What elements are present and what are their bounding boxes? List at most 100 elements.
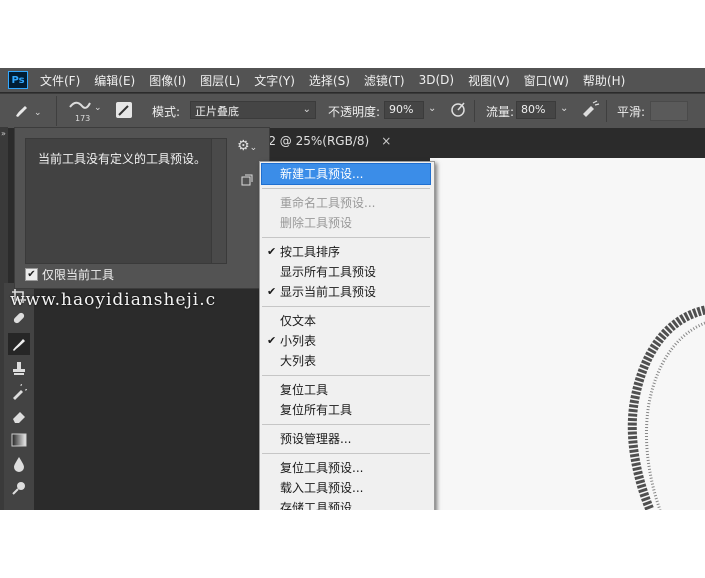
- tools-panel: [4, 283, 34, 510]
- current-tool-only-checkbox[interactable]: ✔: [25, 268, 38, 281]
- chevron-down-icon: ⌄: [302, 104, 311, 115]
- menu-item-text-only[interactable]: 仅文本: [262, 311, 430, 331]
- gradient-icon: [11, 433, 27, 447]
- photoshop-logo: Ps: [8, 71, 28, 89]
- menu-item-delete-tool-preset[interactable]: 删除工具预设: [262, 213, 430, 233]
- preset-list[interactable]: 当前工具没有定义的工具预设。: [25, 138, 213, 264]
- history-brush-tool[interactable]: [8, 381, 30, 403]
- menu-item-label: 新建工具预设...: [280, 167, 364, 181]
- brush-panel-toggle[interactable]: [116, 102, 132, 118]
- drop-icon: [14, 457, 24, 472]
- menu-select[interactable]: 选择(S): [309, 72, 350, 89]
- new-preset-glyph: [241, 174, 253, 186]
- menu-item-label: 小列表: [280, 334, 317, 348]
- menu-item-reset-tool-presets[interactable]: 复位工具预设...: [262, 458, 430, 478]
- letterbox-bottom: [0, 510, 705, 578]
- svg-text:⌄: ⌄: [34, 108, 42, 118]
- menu-item-label: 仅文本: [280, 314, 317, 328]
- dodge-tool[interactable]: [8, 477, 30, 499]
- menu-window[interactable]: 窗口(W): [524, 72, 569, 89]
- clone-stamp-tool[interactable]: [8, 357, 30, 379]
- smoothing-label: 平滑:: [617, 105, 646, 119]
- menu-item-large-list[interactable]: 大列表: [262, 351, 430, 371]
- checkmark-icon: ✔: [267, 334, 277, 347]
- healing-brush-tool[interactable]: [8, 307, 30, 329]
- new-preset-icon[interactable]: [241, 174, 253, 189]
- expand-icon[interactable]: »: [1, 129, 6, 138]
- menu-divider: [262, 237, 430, 238]
- airbrush-button[interactable]: [580, 100, 600, 121]
- preset-list-scrollbar[interactable]: [211, 138, 227, 264]
- menu-item-show-all-presets[interactable]: 显示所有工具预设: [262, 262, 430, 282]
- menu-item-reset-tool[interactable]: 复位工具: [262, 380, 430, 400]
- photoshop-window: Ps 文件(F) 编辑(E) 图像(I) 图层(L) 文字(Y) 选择(S) 滤…: [0, 68, 705, 510]
- menu-item-sort-by-tool[interactable]: ✔ 按工具排序: [262, 242, 430, 262]
- menu-help[interactable]: 帮助(H): [583, 72, 625, 89]
- canvas[interactable]: [430, 158, 705, 510]
- checkmark-icon: ✔: [267, 245, 277, 258]
- menu-item-reset-all-tools[interactable]: 复位所有工具: [262, 400, 430, 420]
- brush-preset-picker[interactable]: ⌄ 173: [66, 97, 102, 125]
- pressure-icon: [451, 102, 465, 117]
- bandage-icon: [13, 312, 25, 324]
- menu-divider: [262, 306, 430, 307]
- eraser-icon: [13, 412, 25, 423]
- menu-item-label: 重命名工具预设...: [280, 196, 376, 210]
- menu-item-label: 复位工具预设...: [280, 461, 364, 475]
- document-tab[interactable]: -2 @ 25%(RGB/8) ×: [264, 134, 391, 154]
- document-tab-title: -2 @ 25%(RGB/8): [264, 134, 370, 148]
- mode-value: 正片叠底: [195, 105, 239, 118]
- smoothing-input[interactable]: [650, 101, 688, 121]
- menu-file[interactable]: 文件(F): [40, 72, 80, 89]
- menu-item-show-current-presets[interactable]: ✔ 显示当前工具预设: [262, 282, 430, 302]
- menu-item-new-tool-preset[interactable]: 新建工具预设...: [261, 163, 431, 185]
- menu-layer[interactable]: 图层(L): [200, 72, 240, 89]
- flow-input[interactable]: 80%: [516, 101, 556, 119]
- menu-item-preset-manager[interactable]: 预设管理器...: [262, 429, 430, 449]
- menu-item-small-list[interactable]: ✔ 小列表: [262, 331, 430, 351]
- stamp-icon: [13, 362, 25, 375]
- opacity-input[interactable]: 90%: [384, 101, 424, 119]
- menu-filter[interactable]: 滤镜(T): [364, 72, 405, 89]
- menu-item-label: 预设管理器...: [280, 432, 352, 446]
- menu-3d[interactable]: 3D(D): [419, 73, 454, 87]
- gear-icon[interactable]: ⚙⌄: [237, 138, 257, 154]
- current-tool-only-label: 仅限当前工具: [42, 268, 115, 282]
- menu-image[interactable]: 图像(I): [149, 72, 186, 89]
- menu-edit[interactable]: 编辑(E): [94, 72, 135, 89]
- opacity-value: 90%: [389, 103, 414, 116]
- mode-label: 模式:: [152, 105, 181, 119]
- checkmark-icon: ✔: [267, 285, 277, 298]
- gradient-tool[interactable]: [8, 429, 30, 451]
- eraser-tool[interactable]: [8, 405, 30, 427]
- menu-item-label: 显示当前工具预设: [280, 285, 377, 299]
- menu-item-label: 删除工具预设: [280, 216, 353, 230]
- tool-preset-picker[interactable]: ⌄: [12, 100, 46, 123]
- dodge-icon: [12, 482, 25, 495]
- menu-item-rename-tool-preset[interactable]: 重命名工具预设...: [262, 193, 430, 213]
- menu-item-save-tool-presets[interactable]: 存储工具预设...: [262, 498, 430, 510]
- menu-type[interactable]: 文字(Y): [254, 72, 295, 89]
- flow-value: 80%: [521, 103, 546, 116]
- brush-tool[interactable]: [8, 333, 30, 355]
- brush-icon: ⌄: [16, 106, 42, 118]
- flow-chevron-icon[interactable]: ⌄: [560, 103, 568, 114]
- tool-presets-panel: 当前工具没有定义的工具预设。 ⚙⌄ ✔ 仅限当前工具: [14, 127, 270, 289]
- menu-divider: [262, 424, 430, 425]
- menu-item-label: 载入工具预设...: [280, 481, 364, 495]
- divider: [606, 100, 607, 122]
- pressure-opacity-button[interactable]: [450, 100, 468, 121]
- menu-item-load-tool-presets[interactable]: 载入工具预设...: [262, 478, 430, 498]
- blur-tool[interactable]: [8, 453, 30, 475]
- divider: [56, 96, 57, 126]
- menu-bar: Ps 文件(F) 编辑(E) 图像(I) 图层(L) 文字(Y) 选择(S) 滤…: [0, 68, 705, 92]
- menu-item-label: 按工具排序: [280, 245, 341, 259]
- menu-item-label: 复位所有工具: [280, 403, 353, 417]
- options-bar: ⌄ ⌄ 173 模式: 正片叠底 ⌄ 不透明度: 90% ⌄ 流量: 80% ⌄…: [0, 93, 705, 128]
- menu-view[interactable]: 视图(V): [468, 72, 510, 89]
- divider: [474, 100, 475, 122]
- flow-label: 流量:: [486, 105, 515, 119]
- mode-select[interactable]: 正片叠底 ⌄: [190, 101, 316, 119]
- close-tab-icon[interactable]: ×: [381, 134, 391, 148]
- opacity-chevron-icon[interactable]: ⌄: [428, 103, 436, 114]
